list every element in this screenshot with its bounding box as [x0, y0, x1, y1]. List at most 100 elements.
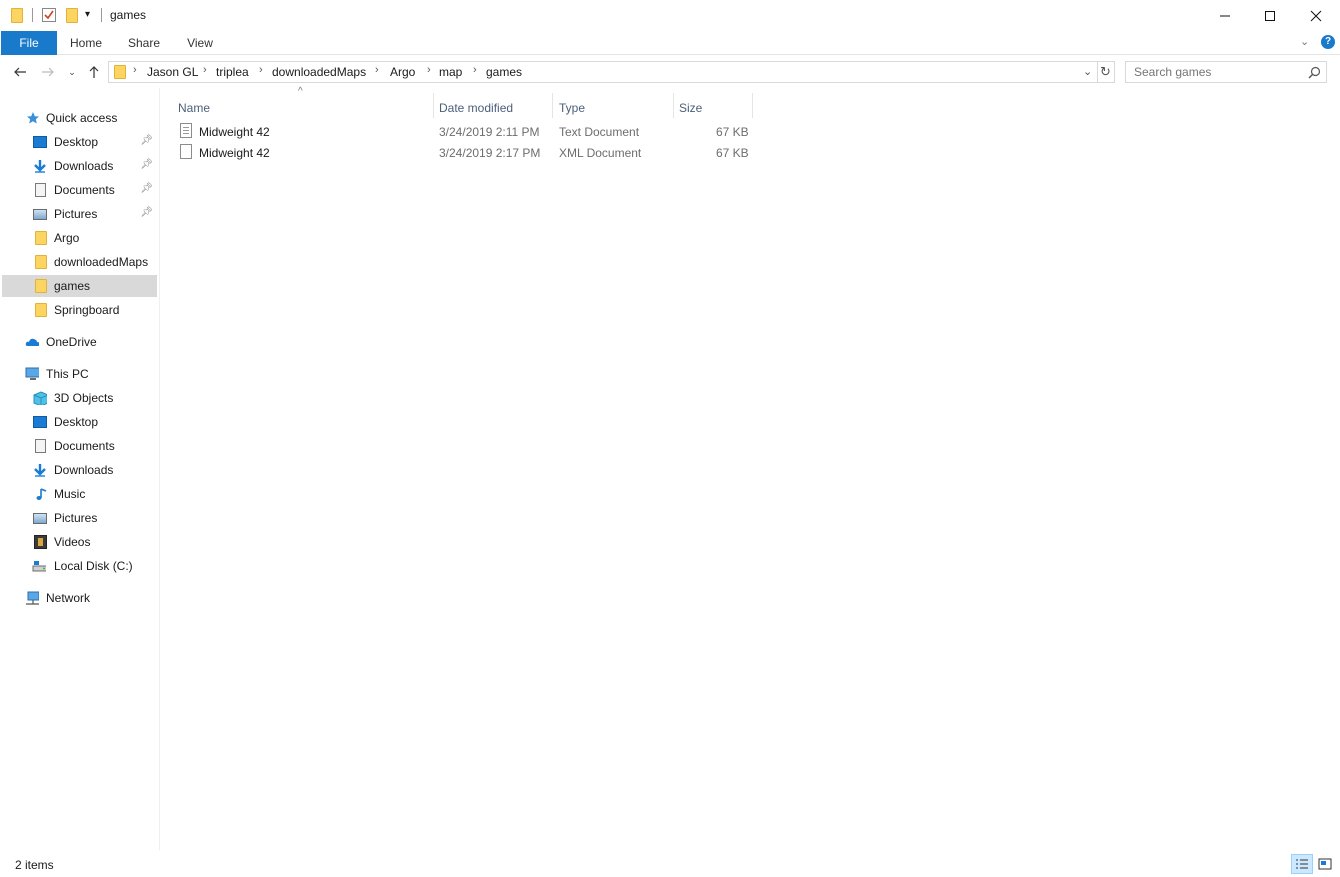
- tab-view[interactable]: View: [176, 31, 224, 55]
- pin-icon[interactable]: 📌︎: [140, 159, 153, 170]
- column-header-name[interactable]: Name: [173, 93, 434, 118]
- tab-file[interactable]: File: [1, 31, 57, 55]
- music-note-icon: [36, 488, 47, 500]
- pictures-icon: [33, 513, 47, 524]
- nav-item-desktop[interactable]: Desktop: [2, 411, 157, 433]
- address-dropdown-icon[interactable]: ⌄: [1083, 65, 1092, 78]
- breadcrumb-item[interactable]: downloadedMaps: [272, 65, 366, 79]
- nav-item-desktop[interactable]: Desktop 📌︎: [2, 131, 157, 153]
- nav-item-pictures[interactable]: Pictures 📌︎: [2, 203, 157, 225]
- nav-label: Network: [46, 591, 91, 605]
- file-size: 67 KB: [716, 125, 749, 139]
- divider: [101, 8, 102, 22]
- forward-button[interactable]: [38, 63, 58, 81]
- nav-onedrive[interactable]: OneDrive: [2, 331, 157, 353]
- column-divider[interactable]: [552, 93, 553, 118]
- nav-network[interactable]: Network: [2, 587, 157, 609]
- details-view-button[interactable]: [1291, 854, 1313, 874]
- column-divider[interactable]: [752, 93, 753, 118]
- pin-icon[interactable]: 📌︎: [140, 207, 153, 218]
- nav-quick-access[interactable]: Quick access: [2, 107, 157, 129]
- item-count: 2 items: [15, 858, 54, 872]
- breadcrumb-item[interactable]: triplea: [216, 65, 249, 79]
- address-bar[interactable]: › Jason GL › triplea › downloadedMaps › …: [108, 61, 1098, 83]
- cube-icon: [33, 391, 47, 405]
- breadcrumb-separator[interactable]: ›: [203, 64, 207, 76]
- nav-label: Downloads: [54, 463, 114, 477]
- tab-share[interactable]: Share: [120, 31, 168, 55]
- large-icons-view-button[interactable]: [1314, 854, 1336, 874]
- table-row[interactable]: Midweight 42 3/24/2019 2:11 PM Text Docu…: [175, 121, 755, 142]
- nav-item-3d-objects[interactable]: 3D Objects: [2, 387, 157, 409]
- back-button[interactable]: [10, 63, 30, 81]
- refresh-icon: ↻: [1100, 64, 1111, 79]
- column-label: Name: [178, 101, 211, 115]
- nav-label: Desktop: [54, 135, 99, 149]
- nav-item-downloads[interactable]: Downloads: [2, 459, 157, 481]
- search-icon[interactable]: [1308, 66, 1321, 79]
- nav-item-downloadedmaps[interactable]: downloadedMaps: [2, 251, 157, 273]
- drive-icon: [32, 561, 46, 572]
- column-header-type[interactable]: Type: [554, 93, 674, 118]
- nav-item-documents[interactable]: Documents: [2, 435, 157, 457]
- maximize-icon: [1265, 10, 1275, 21]
- search-input[interactable]: [1126, 62, 1306, 82]
- properties-icon[interactable]: [42, 8, 56, 22]
- breadcrumb-separator[interactable]: ›: [375, 64, 379, 76]
- nav-label: Springboard: [54, 303, 120, 317]
- table-row[interactable]: Midweight 42 3/24/2019 2:17 PM XML Docum…: [175, 142, 755, 163]
- window-title: games: [110, 8, 147, 22]
- nav-item-videos[interactable]: Videos: [2, 531, 157, 553]
- nav-item-argo[interactable]: Argo: [2, 227, 157, 249]
- maximize-button[interactable]: [1247, 0, 1293, 31]
- help-icon[interactable]: ?: [1321, 35, 1335, 49]
- nav-this-pc[interactable]: This PC: [2, 363, 157, 385]
- breadcrumb-item[interactable]: Jason GL: [147, 65, 198, 79]
- search-box[interactable]: [1125, 61, 1327, 83]
- pictures-icon: [33, 209, 47, 220]
- status-bar: 2 items: [0, 852, 1340, 877]
- desktop-icon: [33, 416, 47, 428]
- breadcrumb-item[interactable]: map: [439, 65, 462, 79]
- nav-label: Pictures: [54, 207, 98, 221]
- star-icon: [27, 112, 39, 124]
- nav-item-pictures[interactable]: Pictures: [2, 507, 157, 529]
- nav-item-music[interactable]: Music: [2, 483, 157, 505]
- tab-home[interactable]: Home: [62, 31, 110, 55]
- breadcrumb-separator[interactable]: ›: [133, 64, 137, 76]
- recent-locations-button[interactable]: ⌄: [65, 63, 79, 81]
- breadcrumb-item[interactable]: Argo: [390, 65, 415, 79]
- pin-icon[interactable]: 📌︎: [140, 183, 153, 194]
- nav-item-downloads[interactable]: Downloads 📌︎: [2, 155, 157, 177]
- up-button[interactable]: [85, 63, 103, 81]
- close-button[interactable]: [1293, 0, 1339, 31]
- nav-item-springboard[interactable]: Springboard: [2, 299, 157, 321]
- column-header-size[interactable]: Size: [674, 93, 753, 118]
- file-date: 3/24/2019 2:17 PM: [439, 146, 541, 160]
- column-header-date-modified[interactable]: Date modified: [434, 93, 553, 118]
- nav-label: Pictures: [54, 511, 98, 525]
- new-folder-icon[interactable]: [66, 8, 78, 23]
- xml-document-icon: [180, 144, 192, 159]
- file-size: 67 KB: [716, 146, 749, 160]
- nav-item-local-disk[interactable]: Local Disk (C:): [2, 555, 157, 577]
- breadcrumb-separator[interactable]: ›: [427, 64, 431, 76]
- nav-label: This PC: [46, 367, 89, 381]
- customize-quick-access-icon[interactable]: ▾: [85, 9, 90, 20]
- minimize-button[interactable]: [1202, 0, 1248, 31]
- nav-item-games[interactable]: games: [2, 275, 157, 297]
- divider: [32, 8, 33, 22]
- breadcrumb-item[interactable]: games: [486, 65, 522, 79]
- file-name: Midweight 42: [199, 146, 270, 160]
- nav-item-documents[interactable]: Documents 📌︎: [2, 179, 157, 201]
- refresh-button[interactable]: ↻: [1097, 61, 1115, 83]
- computer-icon: [25, 367, 39, 380]
- nav-label: Documents: [54, 439, 115, 453]
- text-document-icon: [180, 123, 192, 138]
- breadcrumb-separator[interactable]: ›: [473, 64, 477, 76]
- pin-icon[interactable]: 📌︎: [140, 135, 153, 146]
- download-arrow-icon: [34, 160, 46, 173]
- expand-ribbon-icon[interactable]: ⌄: [1300, 35, 1309, 48]
- nav-label: games: [54, 279, 91, 293]
- breadcrumb-separator[interactable]: ›: [259, 64, 263, 76]
